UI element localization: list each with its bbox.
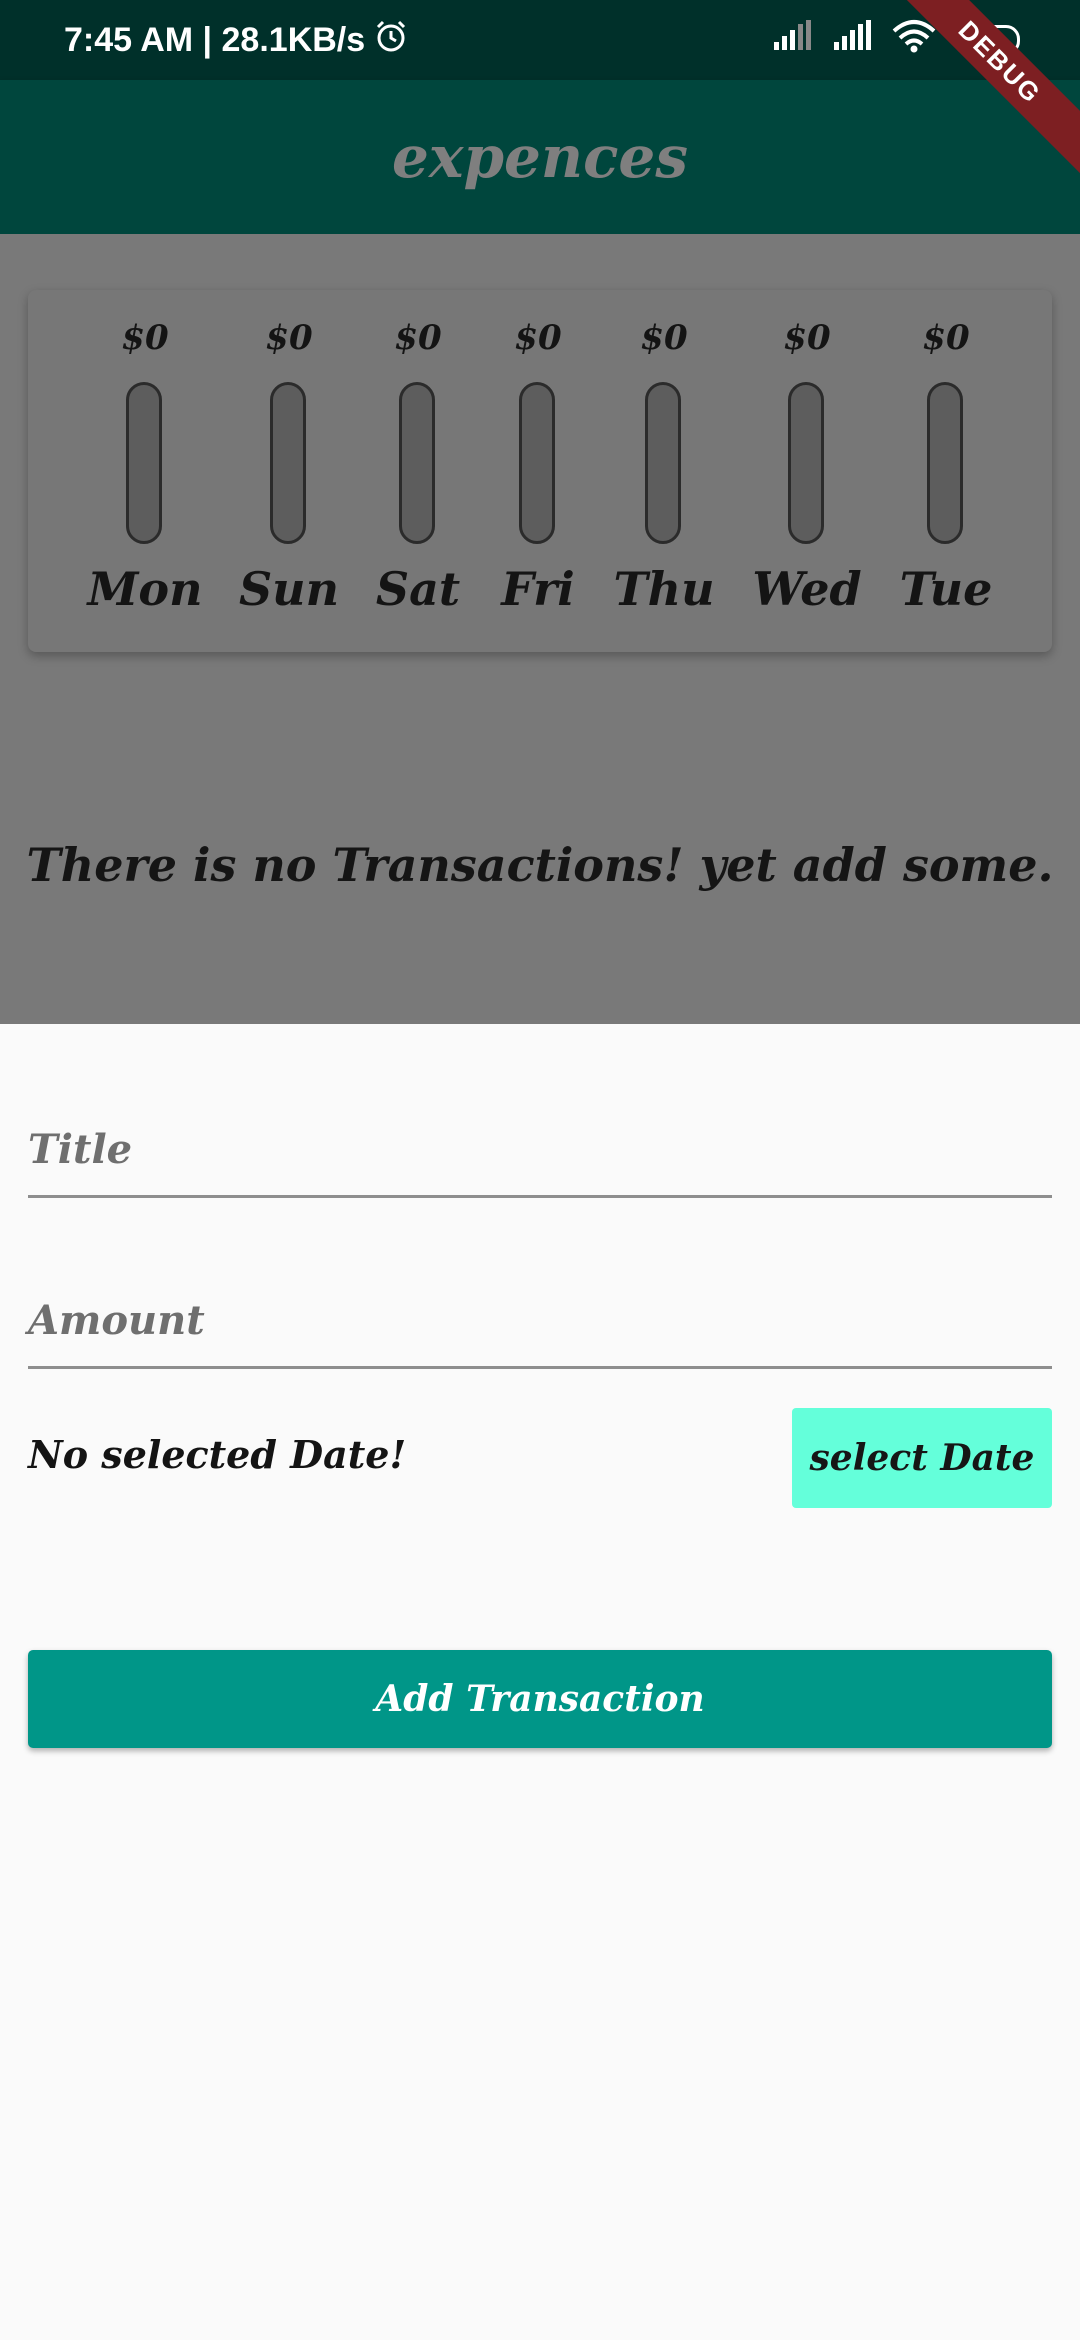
chart-bar-tue: $0 Tue (886, 290, 1006, 652)
select-date-button[interactable]: select Date (792, 1408, 1052, 1508)
bar-amount: $0 (922, 318, 970, 358)
weekly-chart-card: $0 Mon $0 Sun $0 Sat $0 Fri $0 Thu $0 We… (28, 290, 1052, 652)
alarm-icon (373, 18, 409, 63)
bar-track (519, 382, 555, 544)
cellular-signal-icon (772, 19, 814, 61)
bar-track (126, 382, 162, 544)
new-transaction-sheet: Title Amount No selected Date! select Da… (0, 1024, 1080, 2340)
bar-amount: $0 (640, 318, 688, 358)
empty-transactions-message: There is no Transactions! yet add some. (26, 838, 1054, 892)
date-row: No selected Date! select Date (28, 1408, 1052, 1508)
bar-amount: $0 (783, 318, 831, 358)
chart-bar-mon: $0 Mon (85, 290, 205, 652)
amount-field-label: Amount (28, 1297, 205, 1344)
title-field[interactable]: Title (28, 1088, 1052, 1198)
cellular-signal-icon-2 (832, 19, 874, 61)
wifi-icon (892, 19, 936, 62)
status-left: 7:45 AM | 28.1KB/s (64, 0, 409, 80)
bar-track (788, 382, 824, 544)
bar-track (399, 382, 435, 544)
amount-field[interactable]: Amount (28, 1259, 1052, 1369)
bar-day: Tue (899, 562, 993, 616)
bar-track (645, 382, 681, 544)
selected-date-text: No selected Date! (28, 1432, 407, 1477)
app-title: expences (392, 123, 688, 191)
bar-day: Mon (87, 562, 203, 616)
bar-amount: $0 (394, 318, 442, 358)
app-bar: expences (0, 80, 1080, 234)
status-time-speed: 7:45 AM | 28.1KB/s (64, 20, 366, 59)
bar-amount: $0 (121, 318, 169, 358)
bar-day: Wed (752, 562, 862, 616)
add-transaction-button[interactable]: Add Transaction (28, 1650, 1052, 1748)
bar-amount: $0 (514, 318, 562, 358)
chart-bar-thu: $0 Thu (604, 290, 724, 652)
bar-track (927, 382, 963, 544)
bar-track (270, 382, 306, 544)
bar-day: Thu (613, 562, 715, 616)
chart-bar-wed: $0 Wed (747, 290, 867, 652)
title-field-label: Title (28, 1126, 133, 1173)
chart-bar-fri: $0 Fri (478, 290, 598, 652)
bar-amount: $0 (265, 318, 313, 358)
chart-bar-sun: $0 Sun (229, 290, 349, 652)
modal-barrier[interactable]: $0 Mon $0 Sun $0 Sat $0 Fri $0 Thu $0 We… (0, 234, 1080, 1024)
